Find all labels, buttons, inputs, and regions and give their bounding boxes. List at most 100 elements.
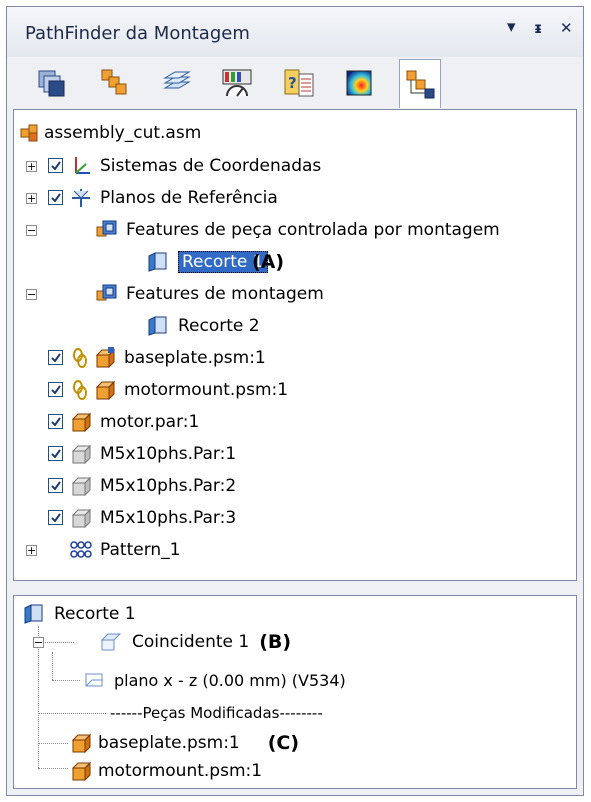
- tab-layers[interactable]: [157, 63, 197, 103]
- tree-item-coordinate-systems[interactable]: + Sistemas de Coordenadas: [26, 151, 566, 181]
- fastener-part-icon: [71, 444, 92, 465]
- reference-planes-icon: [72, 189, 90, 207]
- cut-feature-icon: [24, 604, 43, 624]
- tree-connector: [52, 652, 53, 680]
- tree-item-recorte-1[interactable]: Recorte 1 (A): [26, 247, 566, 277]
- visibility-checkbox[interactable]: [48, 510, 63, 525]
- relation-plane[interactable]: plano x - z (0.00 mm) (V534): [84, 665, 346, 695]
- tree-item-label: baseplate.psm:1: [124, 348, 266, 368]
- tree-item-label: Sistemas de Coordenadas: [100, 156, 322, 176]
- relationship-pane: Recorte 1 − Coincidente 1 (B) plano x - …: [13, 595, 577, 789]
- render-icon: [346, 70, 372, 96]
- tab-parts-library[interactable]: [31, 63, 71, 103]
- fastener-part-icon: [71, 476, 92, 497]
- tree-connector: [38, 768, 68, 769]
- menu-dropdown-button[interactable]: ▾: [507, 17, 516, 37]
- visibility-checkbox[interactable]: [48, 350, 63, 365]
- modified-parts-header: ------Peças Modificadas--------: [110, 704, 323, 722]
- visibility-checkbox[interactable]: [48, 414, 63, 429]
- tree-item-fastener-1[interactable]: M5x10phs.Par:1: [26, 439, 566, 469]
- tree-item-motormount[interactable]: motormount.psm:1: [26, 375, 566, 405]
- sheetmetal-part-icon: [95, 347, 116, 369]
- tree-connector: [38, 743, 68, 744]
- tree-item-reference-planes[interactable]: + Planos de Referência: [26, 183, 566, 213]
- annotation-b: (B): [259, 631, 292, 653]
- collapse-toggle[interactable]: −: [26, 225, 37, 236]
- part-icon: [71, 733, 92, 754]
- panel-splitter[interactable]: [7, 581, 583, 595]
- modified-part-baseplate[interactable]: baseplate.psm:1 (C): [70, 728, 299, 758]
- cut-feature-icon: [148, 252, 167, 272]
- tree-item-label: Features de peça controlada por montagem: [126, 220, 500, 240]
- tree-item-label: motor.par:1: [100, 412, 200, 432]
- tree-item-motor[interactable]: motor.par:1: [26, 407, 566, 437]
- tree-item-label: Pattern_1: [100, 540, 181, 560]
- tab-help-documents[interactable]: ?: [279, 63, 319, 103]
- coincident-relation-icon: [100, 633, 122, 651]
- tree-item-pattern[interactable]: + Pattern_1: [26, 535, 566, 565]
- tree-item-baseplate[interactable]: baseplate.psm:1: [26, 343, 566, 373]
- title-bar: PathFinder da Montagem ▾ ᵻ ✕: [7, 7, 583, 57]
- tree-item-label: M5x10phs.Par:1: [100, 444, 237, 464]
- modified-part-motormount[interactable]: motormount.psm:1: [70, 756, 262, 786]
- assembly-feature-icon: [96, 220, 117, 237]
- tree-item-fastener-3[interactable]: M5x10phs.Par:3: [26, 503, 566, 533]
- assembly-feature-icon: [96, 284, 117, 301]
- fastener-part-icon: [71, 508, 92, 529]
- modified-part-label: motormount.psm:1: [98, 761, 263, 781]
- relation-root-label: Recorte 1: [54, 604, 136, 624]
- layers-icon: [163, 71, 191, 89]
- tab-sensors[interactable]: [217, 63, 257, 103]
- tree-item-fastener-2[interactable]: M5x10phs.Par:2: [26, 471, 566, 501]
- relation-root[interactable]: Recorte 1: [22, 599, 136, 629]
- sensors-icon: [222, 69, 252, 97]
- tree-item-assembly-driven-part-features[interactable]: − Features de peça controlada por montag…: [26, 215, 566, 245]
- annotation-c: (C): [267, 732, 300, 754]
- tab-render[interactable]: [339, 63, 379, 103]
- visibility-checkbox[interactable]: [48, 478, 63, 493]
- visibility-checkbox[interactable]: [48, 158, 63, 173]
- cut-feature-icon: [148, 316, 167, 336]
- coordinate-system-icon: [75, 157, 90, 174]
- tree-item-label: Features de montagem: [126, 284, 324, 304]
- plane-label: plano x - z (0.00 mm) (V534): [114, 670, 346, 690]
- tree-item-label: M5x10phs.Par:3: [100, 508, 237, 528]
- part-icon: [71, 412, 92, 433]
- link-icon: [73, 348, 87, 368]
- close-button[interactable]: ✕: [560, 19, 573, 37]
- tree-item-assembly-features[interactable]: − Features de montagem: [26, 279, 566, 309]
- relation-coincident[interactable]: Coincidente 1 (B): [100, 627, 291, 657]
- relation-label: Coincidente 1: [132, 632, 250, 652]
- visibility-checkbox[interactable]: [48, 382, 63, 397]
- tree-root[interactable]: assembly_cut.asm: [20, 118, 201, 148]
- assembly-tree: assembly_cut.asm + Sistemas de Coordenad…: [13, 109, 577, 581]
- assembly-parts-icon: [101, 69, 127, 95]
- tree-item-recorte-2[interactable]: Recorte 2: [26, 311, 566, 341]
- tree-item-label: motormount.psm:1: [124, 380, 289, 400]
- part-icon: [71, 761, 92, 782]
- pathfinder-icon: [406, 70, 435, 99]
- tree-root-label: assembly_cut.asm: [44, 123, 202, 143]
- tree-item-label: Planos de Referência: [100, 188, 278, 208]
- panel-title: PathFinder da Montagem: [25, 23, 250, 44]
- link-icon: [73, 380, 87, 400]
- expand-toggle[interactable]: +: [26, 161, 37, 172]
- tab-assembly-parts[interactable]: [95, 63, 135, 103]
- pattern-icon: [70, 541, 92, 558]
- pin-button[interactable]: ᵻ: [534, 19, 542, 37]
- expand-toggle[interactable]: +: [26, 193, 37, 204]
- expand-toggle[interactable]: +: [26, 545, 37, 556]
- pathfinder-panel: PathFinder da Montagem ▾ ᵻ ✕ ? assembly_…: [6, 6, 584, 796]
- plane-icon: [85, 673, 103, 687]
- svg-text:?: ?: [288, 74, 297, 92]
- tree-connector: [38, 713, 106, 714]
- modified-part-label: baseplate.psm:1: [98, 733, 240, 753]
- visibility-checkbox[interactable]: [48, 190, 63, 205]
- help-doc-icon: ?: [284, 69, 314, 97]
- visibility-checkbox[interactable]: [48, 446, 63, 461]
- collapse-toggle[interactable]: −: [26, 289, 37, 300]
- collapse-toggle[interactable]: −: [33, 637, 44, 648]
- tab-pathfinder[interactable]: [399, 59, 441, 108]
- tree-item-label: M5x10phs.Par:2: [100, 476, 237, 496]
- annotation-a: (A): [252, 251, 285, 273]
